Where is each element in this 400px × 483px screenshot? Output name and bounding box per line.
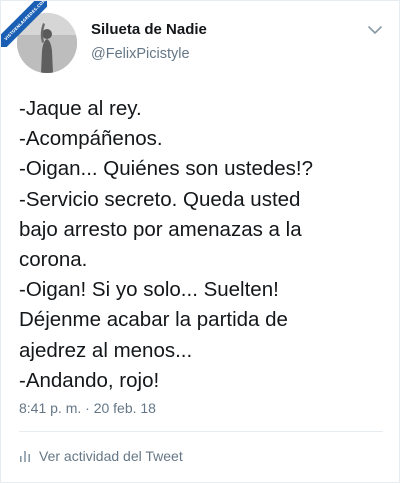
tweet-line: -Servicio secreto. Queda usted <box>19 187 301 211</box>
tweet-line: -Oigan... Quiénes son ustedes!? <box>19 157 314 181</box>
tweet-line: -Acompáñenos. <box>19 127 163 151</box>
divider <box>19 431 383 432</box>
user-handle[interactable]: @FelixPicistyle <box>91 46 190 62</box>
tweet-text: -Jaque al rey. -Acompáñenos. -Oigan... Q… <box>19 94 389 396</box>
watermark-text: VISTOENLASREDES.COM <box>1 1 47 47</box>
tweet-activity-link[interactable]: Ver actividad del Tweet <box>19 445 183 467</box>
tweet-line: -Jaque al rey. <box>19 97 142 120</box>
tweet-line: corona. <box>19 248 88 272</box>
tweet-activity-label: Ver actividad del Tweet <box>39 448 183 464</box>
tweet-line: bajo arresto por amenazas a la <box>19 217 302 241</box>
chevron-down-icon[interactable] <box>367 23 383 37</box>
tweet-line: Déjenme acabar la partida de <box>19 308 288 332</box>
bar-chart-icon <box>20 451 30 462</box>
tweet-line: -Oigan! Si yo solo... Suelten! <box>19 278 279 302</box>
tweet-card: VISTOENLASREDES.COM Silueta de Nadie @Fe… <box>0 0 400 483</box>
watermark-logo: VISTOENLASREDES.COM <box>1 1 47 47</box>
tweet-line: ajedrez al menos... <box>19 338 193 362</box>
tweet-timestamp[interactable]: 8:41 p. m. · 20 feb. 18 <box>19 400 156 416</box>
display-name[interactable]: Silueta de Nadie <box>91 21 207 38</box>
tweet-line: -Andando, rojo! <box>19 368 160 392</box>
